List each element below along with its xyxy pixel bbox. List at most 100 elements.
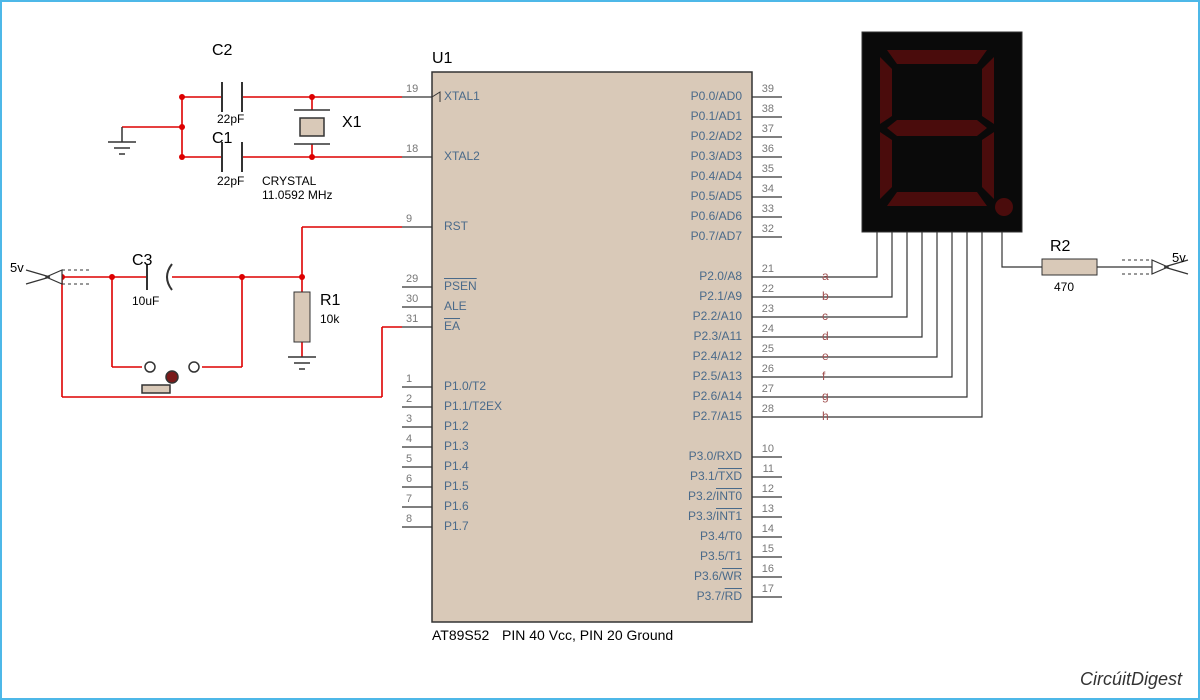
- pin-label-P1.5: P1.5: [444, 479, 469, 493]
- pin-num-19: 19: [406, 83, 418, 95]
- pin-num-11: 11: [763, 463, 774, 475]
- c2-val: 22pF: [217, 112, 244, 126]
- pin-num-4: 4: [406, 433, 412, 445]
- x1-freq: 11.0592 MHz: [262, 188, 332, 202]
- x1-val: CRYSTAL: [262, 174, 316, 188]
- pin-label-P3.3/INT1: P3.3/INT1: [688, 509, 742, 523]
- pin-label-PSEN: PSEN: [444, 279, 477, 293]
- pin-num-22: 22: [762, 283, 774, 295]
- pin-label-P1.4: P1.4: [444, 459, 469, 473]
- schematic-frame: U1 AT89S52 PIN 40 Vcc, PIN 20 Ground 19X…: [0, 0, 1200, 700]
- ic-ref: U1: [432, 50, 452, 68]
- pin-label-P3.6/WR: P3.6/WR: [694, 569, 742, 583]
- c2-ref: C2: [212, 42, 232, 60]
- logo: CircúitDigest: [1080, 669, 1182, 690]
- c1-val: 22pF: [217, 174, 244, 188]
- pin-label-P2.2/A10: P2.2/A10: [693, 309, 742, 323]
- pin-label-P0.1/AD1: P0.1/AD1: [691, 109, 742, 123]
- pin-num-29: 29: [406, 273, 418, 285]
- pin-num-6: 6: [406, 473, 412, 485]
- ic-part: AT89S52: [432, 627, 489, 643]
- segment-e: e: [822, 349, 829, 363]
- pin-num-5: 5: [406, 453, 412, 465]
- pin-num-2: 2: [406, 393, 412, 405]
- pin-num-31: 31: [406, 313, 418, 325]
- pin-num-3: 3: [406, 413, 412, 425]
- pin-label-P0.7/AD7: P0.7/AD7: [691, 229, 742, 243]
- pin-label-P1.0/T2: P1.0/T2: [444, 379, 486, 393]
- c3-ref: C3: [132, 252, 152, 270]
- pin-num-37: 37: [762, 123, 774, 135]
- pin-label-P1.2: P1.2: [444, 419, 469, 433]
- pin-num-13: 13: [762, 503, 774, 515]
- pin-label-P1.6: P1.6: [444, 499, 469, 513]
- pin-label-P1.3: P1.3: [444, 439, 469, 453]
- x1-ref: X1: [342, 114, 362, 132]
- r1-ref: R1: [320, 292, 340, 310]
- pin-num-25: 25: [762, 343, 774, 355]
- pin-num-36: 36: [762, 143, 774, 155]
- pin-label-P2.0/A8: P2.0/A8: [699, 269, 742, 283]
- r1-val: 10k: [320, 312, 339, 326]
- pin-label-P2.4/A12: P2.4/A12: [693, 349, 742, 363]
- pin-num-38: 38: [762, 103, 774, 115]
- pin-num-9: 9: [406, 213, 412, 225]
- pin-num-39: 39: [762, 83, 774, 95]
- pin-label-EA: EA: [444, 319, 460, 333]
- pin-num-28: 28: [762, 403, 774, 415]
- pin-label-P1.7: P1.7: [444, 519, 469, 533]
- segment-f: f: [822, 369, 825, 383]
- pin-label-P3.7/RD: P3.7/RD: [697, 589, 742, 603]
- r2-ref: R2: [1050, 238, 1070, 256]
- pin-num-12: 12: [762, 483, 774, 495]
- r2-val: 470: [1054, 280, 1074, 294]
- pin-num-32: 32: [762, 223, 774, 235]
- pin-label-ALE: ALE: [444, 299, 467, 313]
- pin-num-23: 23: [762, 303, 774, 315]
- pin-num-8: 8: [406, 513, 412, 525]
- pin-label-P3.5/T1: P3.5/T1: [700, 549, 742, 563]
- pin-label-P2.1/A9: P2.1/A9: [699, 289, 742, 303]
- pin-label-RST: RST: [444, 219, 468, 233]
- pin-label-P2.5/A13: P2.5/A13: [693, 369, 742, 383]
- pin-num-34: 34: [762, 183, 774, 195]
- segment-g: g: [822, 389, 829, 403]
- c1-ref: C1: [212, 130, 232, 148]
- segment-h: h: [822, 409, 829, 423]
- pin-label-XTAL1: XTAL1: [444, 89, 480, 103]
- pin-label-P3.2/INT0: P3.2/INT0: [688, 489, 742, 503]
- pin-label-P2.3/A11: P2.3/A11: [694, 329, 742, 343]
- pin-label-P0.0/AD0: P0.0/AD0: [691, 89, 742, 103]
- pin-num-10: 10: [762, 443, 774, 455]
- pin-num-33: 33: [762, 203, 774, 215]
- 5v-right: 5v: [1172, 250, 1186, 265]
- pin-label-P0.2/AD2: P0.2/AD2: [691, 129, 742, 143]
- pin-num-15: 15: [762, 543, 774, 555]
- pin-label-P2.6/A14: P2.6/A14: [693, 389, 742, 403]
- pin-num-17: 17: [762, 583, 774, 595]
- pin-num-27: 27: [762, 383, 774, 395]
- pin-label-P1.1/T2EX: P1.1/T2EX: [444, 399, 502, 413]
- segment-a: a: [822, 269, 829, 283]
- pin-num-1: 1: [406, 373, 412, 385]
- pin-label-P3.4/T0: P3.4/T0: [700, 529, 742, 543]
- pin-num-35: 35: [762, 163, 774, 175]
- pin-num-30: 30: [406, 293, 418, 305]
- pin-num-24: 24: [762, 323, 774, 335]
- schematic-svg: [2, 2, 1198, 698]
- pin-label-P0.6/AD6: P0.6/AD6: [691, 209, 742, 223]
- pin-label-P3.1/TXD: P3.1/TXD: [690, 469, 742, 483]
- c3-val: 10uF: [132, 294, 159, 308]
- segment-d: d: [822, 329, 829, 343]
- 5v-left: 5v: [10, 260, 24, 275]
- ic-caption: PIN 40 Vcc, PIN 20 Ground: [502, 627, 673, 643]
- pin-num-18: 18: [406, 143, 418, 155]
- pin-num-21: 21: [762, 263, 774, 275]
- segment-b: b: [822, 289, 829, 303]
- pin-num-7: 7: [406, 493, 412, 505]
- pin-label-XTAL2: XTAL2: [444, 149, 480, 163]
- pin-num-26: 26: [762, 363, 774, 375]
- pin-label-P0.3/AD3: P0.3/AD3: [691, 149, 742, 163]
- pin-label-P3.0/RXD: P3.0/RXD: [689, 449, 742, 463]
- pin-label-P0.5/AD5: P0.5/AD5: [691, 189, 742, 203]
